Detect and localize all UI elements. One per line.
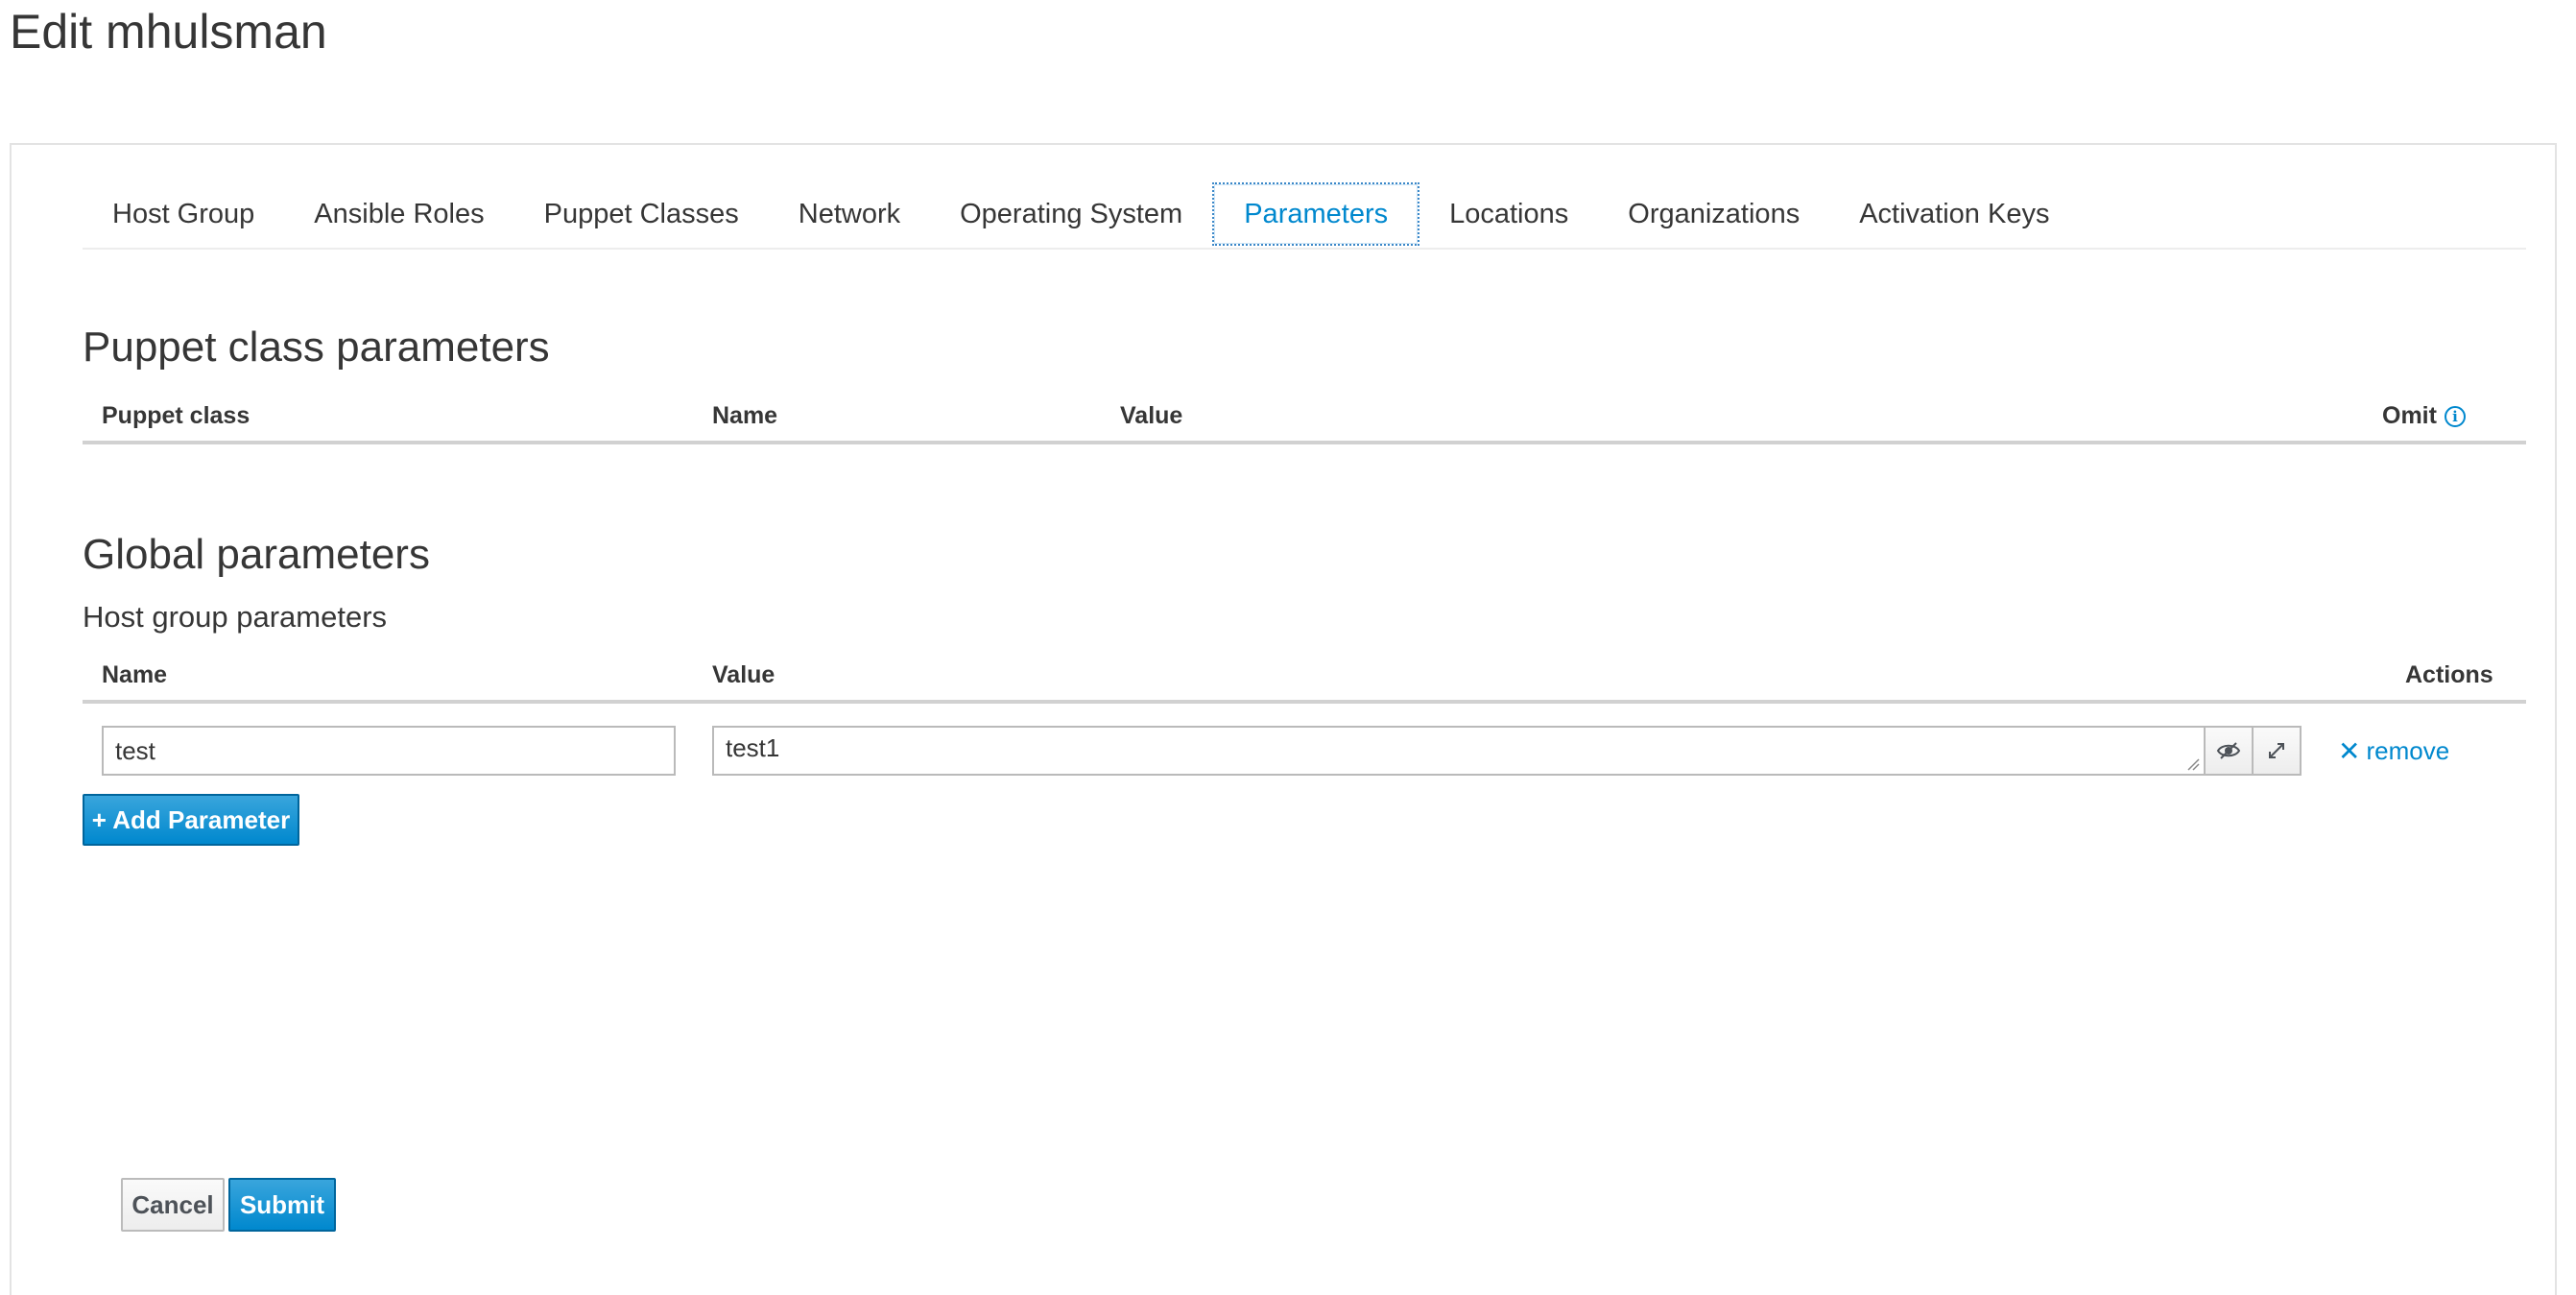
submit-button[interactable]: Submit [228, 1178, 336, 1232]
tab-ansible-roles[interactable]: Ansible Roles [284, 182, 513, 246]
param-name-input[interactable] [102, 726, 676, 776]
expand-icon [2269, 743, 2284, 758]
global-params-table-header: Name Value Actions [83, 656, 2526, 704]
fullscreen-button[interactable] [2252, 728, 2300, 774]
tab-organizations[interactable]: Organizations [1598, 182, 1829, 246]
close-icon: ✕ [2338, 735, 2361, 766]
col-name: Name [102, 661, 168, 688]
tab-locations[interactable]: Locations [1419, 182, 1598, 246]
global-params-title: Global parameters [83, 531, 430, 578]
tab-host-group[interactable]: Host Group [83, 182, 284, 246]
hide-value-button[interactable] [2204, 728, 2252, 774]
tab-bar: Host Group Ansible Roles Puppet Classes … [83, 182, 2526, 250]
col-value: Value [1120, 402, 1183, 429]
param-value-text: test1 [726, 733, 780, 762]
tab-operating-system[interactable]: Operating System [930, 182, 1212, 246]
col-actions: Actions [2405, 661, 2493, 688]
param-value-textarea[interactable]: test1 [712, 726, 2302, 776]
col-puppet-class: Puppet class [102, 402, 250, 429]
tab-puppet-classes[interactable]: Puppet Classes [514, 182, 769, 246]
info-icon[interactable]: i [2444, 405, 2466, 427]
resize-grip-icon[interactable] [2184, 755, 2200, 771]
add-parameter-button[interactable]: + Add Parameter [83, 794, 299, 846]
tab-activation-keys[interactable]: Activation Keys [1829, 182, 2079, 246]
col-name: Name [712, 402, 778, 429]
remove-label: remove [2366, 735, 2450, 765]
puppet-params-table-header: Puppet class Name Value Omit i [83, 396, 2526, 444]
tab-parameters[interactable]: Parameters [1212, 182, 1420, 246]
col-omit: Omit i [2382, 402, 2466, 430]
eye-slash-icon [2216, 742, 2241, 759]
puppet-params-title: Puppet class parameters [83, 324, 550, 371]
col-omit-label: Omit [2382, 402, 2437, 429]
edit-form-panel: Host Group Ansible Roles Puppet Classes … [10, 143, 2557, 1295]
col-value: Value [712, 661, 775, 688]
remove-param-link[interactable]: ✕ remove [2338, 731, 2449, 771]
tab-network[interactable]: Network [769, 182, 930, 246]
host-group-params-title: Host group parameters [83, 600, 388, 634]
cancel-button[interactable]: Cancel [121, 1178, 225, 1232]
page-title: Edit mhulsman [10, 5, 327, 59]
